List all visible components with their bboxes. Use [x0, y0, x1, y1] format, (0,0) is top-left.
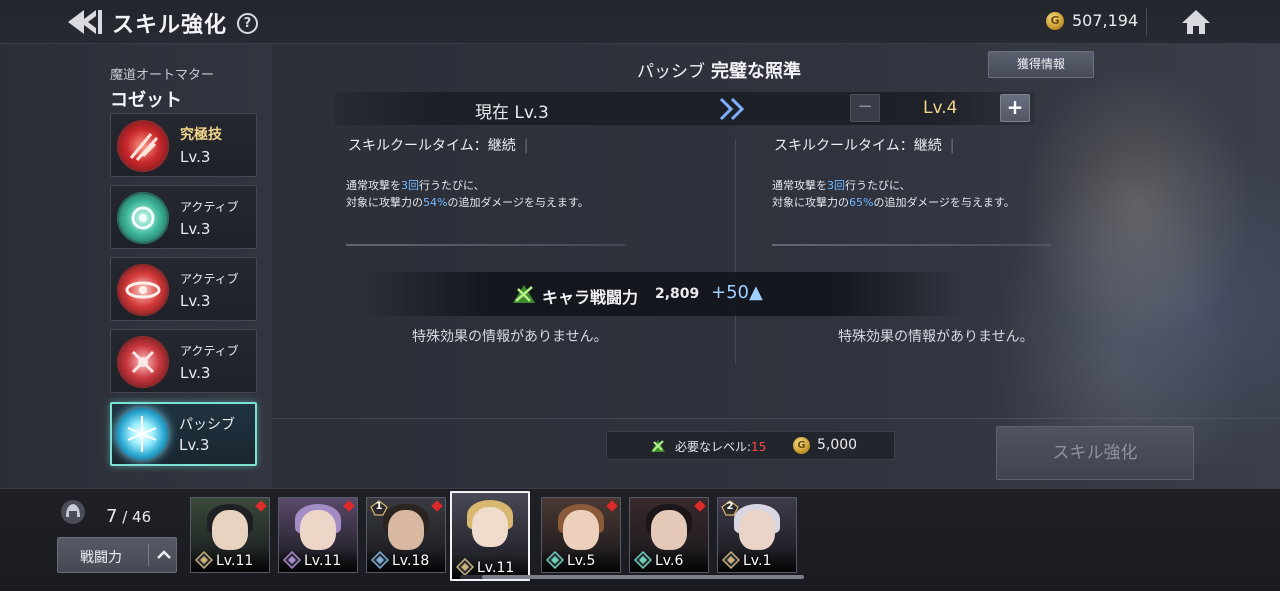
level-plus-button[interactable]: + — [1000, 94, 1030, 122]
class-gem-icon — [546, 551, 564, 569]
sort-button[interactable]: 戦闘力 — [57, 537, 177, 573]
level-minus-button[interactable]: − — [850, 94, 880, 122]
character-card[interactable]: Lv.1 2 — [717, 497, 797, 573]
skill-detail-panel: パッシブ 完璧な照準 獲得情報 現在 Lv.3 − Lv.4 + スキルクールタイ… — [272, 44, 1280, 488]
double-chevron-right-icon — [718, 96, 748, 122]
current-level: 現在 Lv.3 — [475, 103, 549, 123]
class-gem-icon — [283, 551, 301, 569]
acquire-info-button[interactable]: 獲得情報 — [988, 51, 1094, 78]
class-gem-icon — [634, 551, 652, 569]
skill-upgrade-button[interactable]: スキル強化 — [996, 426, 1194, 480]
skill-item-passive[interactable]: パッシブ Lv.3 — [110, 402, 257, 466]
skill-item-active-1[interactable]: アクティブ Lv.3 — [110, 185, 257, 249]
current-special-effect: 特殊効果の情報がありません。 — [412, 329, 608, 345]
gold-coin-icon: G — [1046, 12, 1064, 30]
header-divider — [1146, 8, 1147, 36]
column-divider — [735, 139, 736, 364]
character-class: 魔道オートマター — [110, 68, 215, 83]
help-icon[interactable]: ? — [237, 13, 258, 34]
character-level: Lv.11 — [304, 553, 342, 569]
next-level: Lv.4 — [923, 98, 958, 118]
skill-upgrade-screen: スキル強化 ? G 507,194 魔道オートマター コゼット 究極技 Lv.3… — [0, 0, 1280, 591]
character-level: Lv.6 — [655, 553, 684, 569]
current-description: 通常攻撃を3回行うたびに、 対象に攻撃力の54%の追加ダメージを与えます。 — [346, 179, 589, 209]
page-title: スキル強化 — [112, 13, 228, 38]
chevron-up-icon — [157, 550, 171, 559]
combat-power-icon — [649, 437, 667, 455]
skill-type-label: アクティブ — [180, 344, 239, 358]
character-level: Lv.11 — [216, 553, 254, 569]
character-card[interactable]: Lv.6 — [629, 497, 709, 573]
gold-amount: 507,194 — [1072, 11, 1139, 30]
next-description: 通常攻撃を3回行うたびに、 対象に攻撃力の65%の追加ダメージを与えます。 — [772, 179, 1015, 209]
class-gem-icon — [371, 551, 389, 569]
skill-level-label: Lv.3 — [180, 148, 211, 166]
combat-power-delta: +50▲ — [711, 282, 763, 303]
character-card[interactable]: Lv.18 1 — [366, 497, 446, 573]
skill-level-label: Lv.3 — [179, 436, 210, 454]
skill-type-label: パッシブ — [179, 417, 235, 433]
passive-skill-icon — [116, 408, 168, 460]
awaken-count: 2 — [726, 501, 734, 512]
current-divider — [346, 244, 625, 246]
skill-item-ultimate[interactable]: 究極技 Lv.3 — [110, 113, 257, 177]
skill-type-label: 究極技 — [180, 127, 222, 143]
helmet-icon — [60, 499, 86, 525]
character-card[interactable]: Lv.11 — [278, 497, 358, 573]
top-bar: スキル強化 ? G 507,194 — [0, 0, 1280, 44]
skill-type-label: アクティブ — [180, 272, 239, 286]
character-card[interactable]: Lv.5 — [541, 497, 621, 573]
character-roster-bar: 7 / 46 戦闘力 Lv.11 Lv.11 Lv.18 1 Lv.11 Lv.5 Lv.6… — [0, 488, 1280, 591]
sort-label: 戦闘力 — [80, 550, 122, 566]
next-special-effect: 特殊効果の情報がありません。 — [838, 329, 1034, 345]
skill-list-panel: 魔道オートマター コゼット 究極技 Lv.3 アクティブ Lv.3 アクティブ … — [0, 44, 272, 488]
requirement-box: 必要なレベル:15 G 5,000 — [606, 431, 895, 460]
next-cooldown: スキルクールタイム：継続 | — [774, 138, 955, 154]
active-skill-1-icon — [117, 192, 169, 244]
class-gem-icon — [195, 551, 213, 569]
skill-item-active-3[interactable]: アクティブ Lv.3 — [110, 329, 257, 393]
character-level: Lv.5 — [567, 553, 596, 569]
skill-item-active-2[interactable]: アクティブ Lv.3 — [110, 257, 257, 321]
roster-count: 7 / 46 — [106, 506, 152, 527]
skill-type-label: アクティブ — [180, 200, 239, 214]
character-level: Lv.18 — [392, 553, 430, 569]
character-card[interactable]: Lv.11 — [190, 497, 270, 573]
panel-divider — [272, 418, 1280, 419]
combat-power-value: 2,809 — [655, 286, 700, 302]
roster-scrollbar-thumb[interactable] — [482, 575, 804, 579]
skill-category: パッシブ — [637, 62, 705, 82]
awaken-count: 1 — [375, 501, 383, 512]
ultimate-skill-icon — [117, 120, 169, 172]
skill-name: 完璧な照準 — [711, 61, 801, 82]
back-arrow-icon — [68, 10, 102, 34]
home-icon — [1182, 10, 1210, 34]
skill-title: パッシブ 完璧な照準 — [637, 57, 801, 83]
current-cooldown: スキルクールタイム：継続 | — [348, 138, 529, 154]
next-divider — [772, 244, 1051, 246]
combat-power-icon — [510, 281, 538, 307]
gold-coin-icon: G — [793, 437, 810, 454]
character-card[interactable]: Lv.11 — [450, 491, 530, 581]
skill-level-label: Lv.3 — [180, 220, 211, 238]
sort-divider — [148, 544, 149, 566]
skill-level-label: Lv.3 — [180, 292, 211, 310]
skill-level-label: Lv.3 — [180, 364, 211, 382]
active-skill-3-icon — [117, 336, 169, 388]
required-level: 必要なレベル:15 — [675, 440, 767, 454]
active-skill-2-icon — [117, 264, 169, 316]
character-level: Lv.1 — [743, 553, 772, 569]
class-gem-icon — [722, 551, 740, 569]
character-level: Lv.11 — [477, 560, 515, 576]
home-button[interactable] — [1180, 8, 1212, 36]
character-name: コゼット — [110, 90, 182, 111]
upgrade-cost: 5,000 — [817, 437, 858, 453]
combat-power-label: キャラ戦闘力 — [542, 288, 639, 307]
back-button[interactable] — [66, 8, 106, 36]
class-gem-icon — [456, 558, 474, 576]
